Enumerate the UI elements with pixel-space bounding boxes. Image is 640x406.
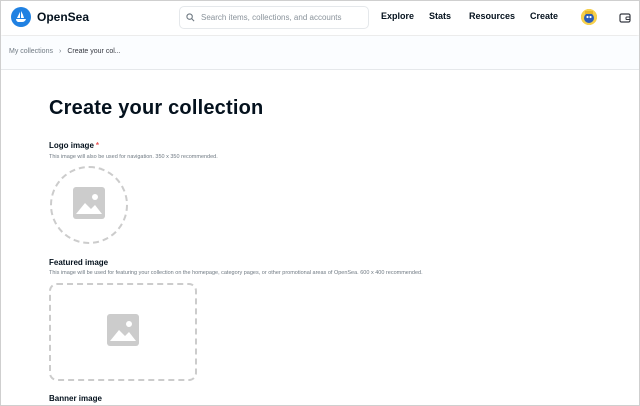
image-placeholder-icon xyxy=(107,313,139,351)
opensea-logo-icon xyxy=(11,7,31,27)
page-title: Create your collection xyxy=(49,97,264,119)
nav-stats[interactable]: Stats xyxy=(429,11,451,21)
required-marker: * xyxy=(95,141,100,150)
image-placeholder-icon xyxy=(73,186,105,224)
browser-viewport: OpenSea Explore Stats Resources Create xyxy=(0,0,640,406)
logo-image-label: Logo image * xyxy=(49,141,99,150)
logo-image-label-text: Logo image xyxy=(49,141,94,150)
breadcrumb-current: Create your col... xyxy=(67,48,121,55)
nav-explore[interactable]: Explore xyxy=(381,11,414,21)
nav-create[interactable]: Create xyxy=(530,11,558,21)
featured-image-help: This image will be used for featuring yo… xyxy=(49,270,423,276)
logo-image-help: This image will also be used for navigat… xyxy=(49,154,218,160)
profile-avatar[interactable] xyxy=(581,9,597,25)
breadcrumb-my-collections[interactable]: My collections xyxy=(9,48,53,55)
opensea-logo-link[interactable]: OpenSea xyxy=(11,7,89,27)
featured-image-label: Featured image xyxy=(49,258,109,267)
search-bar[interactable] xyxy=(179,6,369,29)
featured-image-dropzone[interactable] xyxy=(49,283,197,381)
search-input[interactable] xyxy=(201,13,361,22)
brand-name: OpenSea xyxy=(37,10,90,24)
banner-image-label: Banner image xyxy=(49,394,102,403)
wallet-icon[interactable] xyxy=(619,11,631,29)
breadcrumb: My collections › Create your col... xyxy=(9,48,121,55)
search-icon xyxy=(186,9,195,27)
breadcrumb-bar: My collections › Create your col... xyxy=(1,36,639,70)
logo-image-dropzone[interactable] xyxy=(50,166,128,244)
top-navbar: OpenSea Explore Stats Resources Create xyxy=(1,1,639,35)
breadcrumb-separator-icon: › xyxy=(58,48,62,55)
nav-resources[interactable]: Resources xyxy=(469,11,515,21)
